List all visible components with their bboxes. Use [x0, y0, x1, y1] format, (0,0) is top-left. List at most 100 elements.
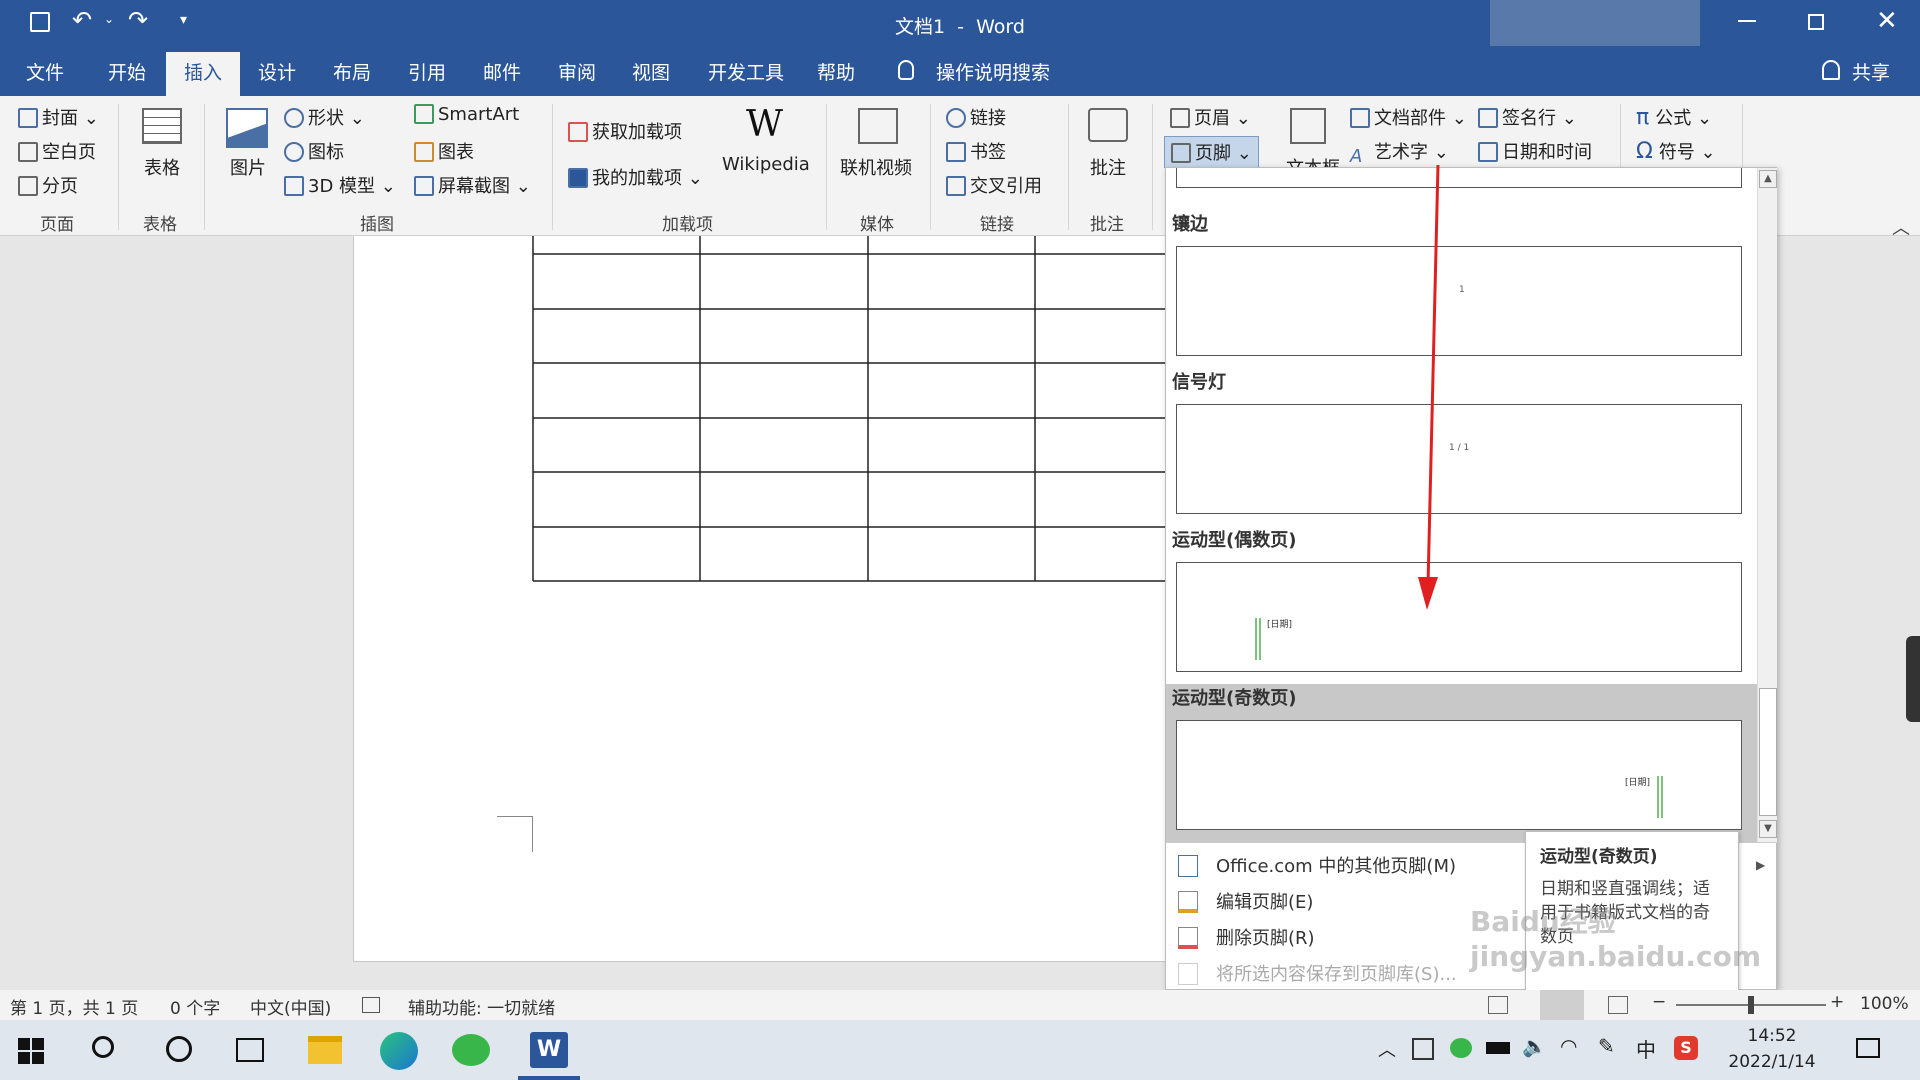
search-icon[interactable] — [92, 1036, 114, 1058]
link-button[interactable]: 链接 — [946, 104, 1006, 130]
edge-icon[interactable] — [380, 1032, 418, 1070]
tab-layout[interactable]: 布局 — [333, 58, 371, 85]
tab-view[interactable]: 视图 — [632, 58, 670, 85]
smartart-button[interactable]: SmartArt — [414, 104, 519, 125]
gallery-scrollbar[interactable]: ▲ ▼ — [1757, 168, 1777, 842]
header-button[interactable]: 页眉 ⌄ — [1170, 104, 1251, 130]
get-addins-button[interactable]: 获取加载项 — [568, 118, 682, 144]
tab-developer[interactable]: 开发工具 — [708, 58, 784, 85]
windows-start-icon[interactable] — [18, 1038, 44, 1064]
page-count[interactable]: 第 1 页，共 1 页 — [10, 994, 138, 1019]
wikipedia-icon[interactable]: W — [746, 104, 783, 145]
gallery-item-motion-even[interactable]: [日期] — [1176, 562, 1742, 672]
file-explorer-icon[interactable] — [308, 1036, 342, 1064]
word-count[interactable]: 0 个字 — [170, 994, 220, 1019]
annotation-arrow — [1418, 165, 1440, 610]
quickparts-button[interactable]: 文档部件 ⌄ — [1350, 104, 1467, 130]
bookmark-icon — [946, 142, 966, 162]
table-button[interactable]: 表格 — [144, 154, 180, 180]
battery-icon[interactable] — [1486, 1042, 1510, 1054]
zoom-level[interactable]: 100% — [1860, 994, 1909, 1014]
scroll-up-icon[interactable]: ▲ — [1759, 170, 1777, 188]
wechat-tray-icon[interactable] — [1450, 1038, 1472, 1058]
gallery-item-banded[interactable]: 1 — [1176, 246, 1742, 356]
3d-model-button[interactable]: 3D 模型 ⌄ — [284, 172, 396, 198]
screenshot-button[interactable]: 屏幕截图 ⌄ — [414, 172, 531, 198]
ime-indicator[interactable]: 中 — [1636, 1034, 1656, 1063]
gallery-item-traffic-light[interactable]: 1 / 1 — [1176, 404, 1742, 514]
tab-mailings[interactable]: 邮件 — [483, 58, 521, 85]
clock-date[interactable]: 2022/1/14 — [1722, 1052, 1822, 1072]
comment-button[interactable]: 批注 — [1090, 154, 1126, 180]
tab-help[interactable]: 帮助 — [817, 58, 855, 85]
my-addins-button[interactable]: 我的加载项 ⌄ — [568, 164, 703, 190]
footer-button[interactable]: 页脚 ⌄ — [1164, 136, 1259, 168]
side-widget[interactable] — [1906, 636, 1920, 722]
textbox-icon[interactable] — [1290, 108, 1326, 144]
shapes-button[interactable]: 形状 ⌄ — [284, 104, 365, 130]
read-mode-icon[interactable] — [1488, 996, 1508, 1014]
restore-icon[interactable] — [1808, 14, 1824, 30]
minimize-icon[interactable] — [1738, 20, 1756, 22]
tab-review[interactable]: 审阅 — [558, 58, 596, 85]
online-video-icon[interactable] — [858, 108, 898, 144]
notification-icon[interactable] — [1856, 1038, 1880, 1058]
zoom-in-icon[interactable]: + — [1830, 992, 1844, 1012]
tab-file[interactable]: 文件 — [26, 58, 64, 85]
clock-time[interactable]: 14:52 — [1732, 1026, 1812, 1046]
wordart-button[interactable]: A 艺术字 ⌄ — [1350, 138, 1449, 167]
tab-design[interactable]: 设计 — [258, 58, 296, 85]
signature-label: 签名行 — [1502, 108, 1556, 129]
gallery-item-motion-odd[interactable]: [日期] — [1176, 720, 1742, 830]
symbol-button[interactable]: Ω 符号 ⌄ — [1636, 138, 1716, 164]
show-hidden-icons[interactable]: ︿ — [1378, 1036, 1396, 1062]
tab-home[interactable]: 开始 — [108, 58, 146, 85]
tray-app-icon[interactable] — [1412, 1038, 1434, 1060]
crossref-button[interactable]: 交叉引用 — [946, 172, 1042, 198]
icons-button[interactable]: 图标 — [284, 138, 344, 164]
blank-page-button[interactable]: 空白页 — [18, 138, 96, 164]
share-icon[interactable] — [1822, 60, 1840, 80]
print-layout-icon[interactable] — [1540, 990, 1584, 1020]
bookmark-button[interactable]: 书签 — [946, 138, 1006, 164]
zoom-slider-thumb[interactable] — [1748, 996, 1754, 1014]
picture-icon[interactable] — [226, 108, 268, 148]
picture-button[interactable]: 图片 — [230, 154, 266, 180]
share-button[interactable]: 共享 — [1852, 58, 1890, 85]
task-view-icon[interactable] — [236, 1038, 264, 1062]
comment-icon[interactable] — [1088, 108, 1128, 142]
scroll-down-icon[interactable]: ▼ — [1759, 820, 1777, 838]
cover-button[interactable]: 封面 ⌄ — [18, 104, 99, 130]
equation-button[interactable]: π 公式 ⌄ — [1636, 104, 1712, 130]
datetime-button[interactable]: 日期和时间 — [1478, 138, 1592, 164]
document-page[interactable] — [353, 236, 1169, 962]
zoom-out-icon[interactable]: − — [1652, 992, 1666, 1012]
close-icon[interactable]: ✕ — [1876, 6, 1898, 36]
word-taskbar-icon[interactable]: W — [530, 1032, 568, 1068]
online-video-button[interactable]: 联机视频 — [840, 154, 912, 180]
tab-insert[interactable]: 插入 — [166, 52, 241, 96]
proofing-icon[interactable] — [362, 997, 380, 1013]
language[interactable]: 中文(中国) — [250, 994, 331, 1019]
web-layout-icon[interactable] — [1608, 996, 1628, 1014]
search-tell-me[interactable]: 操作说明搜索 — [936, 58, 1050, 85]
wechat-icon[interactable] — [452, 1034, 490, 1066]
menu-more-footers[interactable]: Office.com 中的其他页脚(M) — [1178, 852, 1456, 878]
menu-remove-footer[interactable]: 删除页脚(R) — [1178, 924, 1315, 950]
scroll-thumb[interactable] — [1759, 688, 1777, 816]
wifi-icon[interactable]: ◠ — [1560, 1034, 1577, 1058]
signature-button[interactable]: 签名行 ⌄ — [1478, 104, 1577, 130]
gallery-scroll-area[interactable]: 镶边 1 信号灯 1 / 1 运动型(偶数页) [日期] 运动型(奇数页) [日… — [1166, 168, 1757, 842]
accessibility-status[interactable]: 辅助功能: 一切就绪 — [408, 994, 555, 1019]
table-icon[interactable] — [142, 108, 182, 144]
page-break-button[interactable]: 分页 — [18, 172, 78, 198]
sogou-icon[interactable]: S — [1674, 1036, 1698, 1060]
document-table[interactable] — [354, 236, 1169, 586]
menu-edit-footer[interactable]: 编辑页脚(E) — [1178, 888, 1313, 914]
tab-references[interactable]: 引用 — [408, 58, 446, 85]
volume-icon[interactable]: 🔈 — [1522, 1034, 1547, 1058]
wikipedia-button[interactable]: Wikipedia — [722, 154, 810, 175]
cortana-icon[interactable] — [166, 1036, 192, 1062]
pen-icon[interactable]: ✎ — [1598, 1034, 1615, 1058]
chart-button[interactable]: 图表 — [414, 138, 474, 164]
